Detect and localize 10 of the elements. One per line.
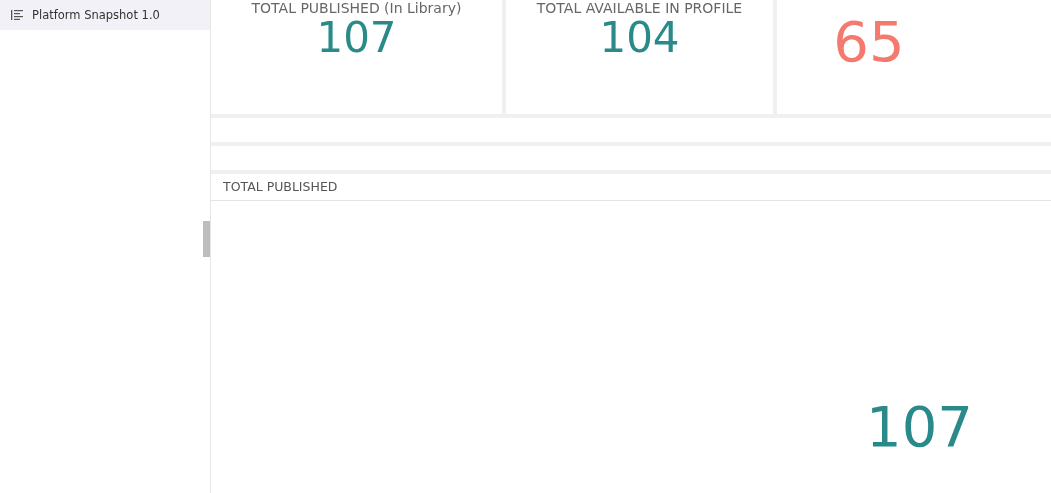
stat-label: TOTAL AVAILABLE IN PROFILE	[536, 0, 743, 16]
list-icon	[11, 10, 23, 20]
stat-value: 107	[316, 16, 397, 60]
sidebar-item[interactable]: Platform Snapshot 1.0	[0, 0, 210, 30]
collapse-handle[interactable]	[203, 221, 210, 257]
stat-label: TOTAL PUBLISHED (In Library)	[251, 0, 462, 16]
stat-value: 65	[833, 8, 906, 72]
panel-title: TOTAL PUBLISHED	[211, 174, 1051, 201]
stat-value: 104	[599, 16, 680, 60]
stat-value: 107	[866, 397, 973, 457]
